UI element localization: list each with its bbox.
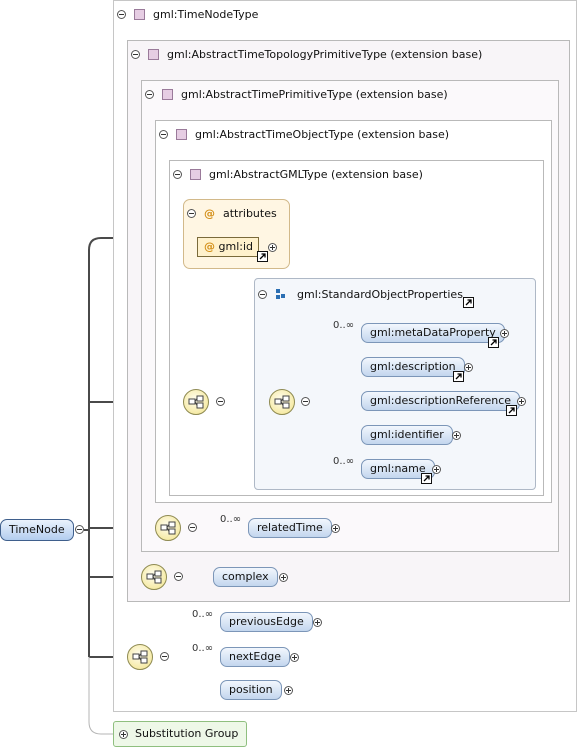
group-icon (275, 288, 287, 300)
abstract-primitive-label: gml:AbstractTimePrimitiveType (extension… (181, 87, 448, 101)
attribute-at-icon: @ (204, 240, 215, 253)
element-label: nextEdge (229, 650, 282, 663)
expand-icon[interactable] (331, 524, 340, 533)
attribute-gml-id[interactable]: @ gml:id (197, 237, 259, 257)
collapse-icon[interactable] (216, 397, 225, 406)
element-label: gml:description (370, 360, 456, 373)
standard-object-properties-label: gml:StandardObjectProperties (297, 287, 463, 301)
standard-object-properties-header[interactable]: gml:StandardObjectProperties (258, 286, 463, 302)
element-label: gml:identifier (370, 428, 444, 441)
element-label: complex (222, 570, 269, 583)
collapse-icon[interactable] (258, 289, 267, 299)
cardinality-label: 0..∞ (220, 514, 242, 525)
reference-arrow-icon (257, 251, 268, 262)
expand-icon[interactable] (119, 730, 128, 739)
root-element-time-node[interactable]: TimeNode (0, 519, 74, 541)
expand-icon[interactable] (279, 573, 288, 582)
sequence-compositor-icon[interactable] (155, 515, 181, 541)
reference-arrow-icon (421, 473, 432, 484)
element-description-reference[interactable]: gml:descriptionReference (361, 391, 521, 411)
attributes-header[interactable]: @ attributes (187, 205, 277, 221)
element-label: gml:descriptionReference (370, 394, 512, 407)
element-previous-edge[interactable]: previousEdge (220, 612, 313, 632)
collapse-icon[interactable] (117, 9, 126, 19)
complex-type-icon (176, 128, 187, 140)
attribute-at-icon: @ (204, 206, 215, 220)
attribute-name: gml:id (218, 240, 254, 253)
expand-icon[interactable] (268, 243, 277, 252)
time-node-type-label: gml:TimeNodeType (153, 7, 259, 21)
element-position[interactable]: position (220, 680, 282, 700)
element-identifier[interactable]: gml:identifier (361, 425, 453, 445)
element-label: gml:name (370, 462, 426, 475)
element-description[interactable]: gml:description (361, 357, 465, 377)
substitution-group[interactable]: Substitution Group (113, 721, 247, 747)
reference-arrow-icon (488, 337, 499, 348)
collapse-icon[interactable] (159, 129, 168, 139)
expand-icon[interactable] (290, 653, 299, 662)
reference-arrow-icon (463, 297, 474, 308)
cardinality-label: 0..∞ (333, 320, 355, 331)
collapse-icon[interactable] (75, 525, 84, 534)
substitution-group-label: Substitution Group (135, 727, 239, 740)
abstract-object-header[interactable]: gml:AbstractTimeObjectType (extension ba… (159, 126, 449, 142)
collapse-icon[interactable] (160, 652, 169, 661)
reference-arrow-icon (453, 371, 464, 382)
cardinality-label: 0..∞ (192, 609, 214, 620)
sequence-compositor-icon[interactable] (141, 564, 167, 590)
complex-type-icon (190, 168, 201, 180)
expand-icon[interactable] (500, 329, 509, 338)
cardinality-label: 0..∞ (333, 456, 355, 467)
abstract-topology-header[interactable]: gml:AbstractTimeTopologyPrimitiveType (e… (131, 46, 482, 62)
element-label: relatedTime (257, 521, 323, 534)
complex-type-icon (148, 48, 159, 60)
complex-type-icon (162, 88, 173, 100)
attributes-label: attributes (223, 206, 277, 220)
expand-icon[interactable] (464, 363, 473, 372)
abstract-topology-label: gml:AbstractTimeTopologyPrimitiveType (e… (167, 47, 483, 61)
sequence-compositor-icon[interactable] (127, 644, 153, 670)
root-element-label: TimeNode (9, 523, 65, 536)
element-label: previousEdge (229, 615, 304, 628)
element-next-edge[interactable]: nextEdge (220, 647, 291, 667)
time-node-type-header[interactable]: gml:TimeNodeType (117, 6, 258, 22)
expand-icon[interactable] (432, 465, 441, 474)
sequence-compositor-icon[interactable] (183, 389, 209, 415)
element-label: gml:metaDataProperty (370, 326, 496, 339)
abstract-primitive-header[interactable]: gml:AbstractTimePrimitiveType (extension… (145, 86, 448, 102)
element-label: position (229, 683, 273, 696)
expand-icon[interactable] (452, 431, 461, 440)
expand-icon[interactable] (517, 397, 526, 406)
expand-icon[interactable] (313, 618, 322, 627)
abstract-gml-label: gml:AbstractGMLType (extension base) (209, 167, 423, 181)
collapse-icon[interactable] (131, 49, 140, 59)
collapse-icon[interactable] (187, 208, 196, 218)
collapse-icon[interactable] (145, 89, 154, 99)
element-metadata-property[interactable]: gml:metaDataProperty (361, 323, 505, 343)
complex-type-icon (134, 8, 145, 20)
collapse-icon[interactable] (173, 169, 182, 179)
element-complex[interactable]: complex (213, 567, 278, 587)
cardinality-label: 0..∞ (192, 643, 214, 654)
collapse-icon[interactable] (188, 523, 197, 532)
element-related-time[interactable]: relatedTime (248, 518, 332, 538)
collapse-icon[interactable] (301, 397, 310, 406)
abstract-object-label: gml:AbstractTimeObjectType (extension ba… (195, 127, 450, 141)
sequence-compositor-icon[interactable] (269, 389, 295, 415)
abstract-gml-header[interactable]: gml:AbstractGMLType (extension base) (173, 166, 423, 182)
reference-arrow-icon (506, 405, 517, 416)
collapse-icon[interactable] (174, 572, 183, 581)
expand-icon[interactable] (284, 686, 293, 695)
